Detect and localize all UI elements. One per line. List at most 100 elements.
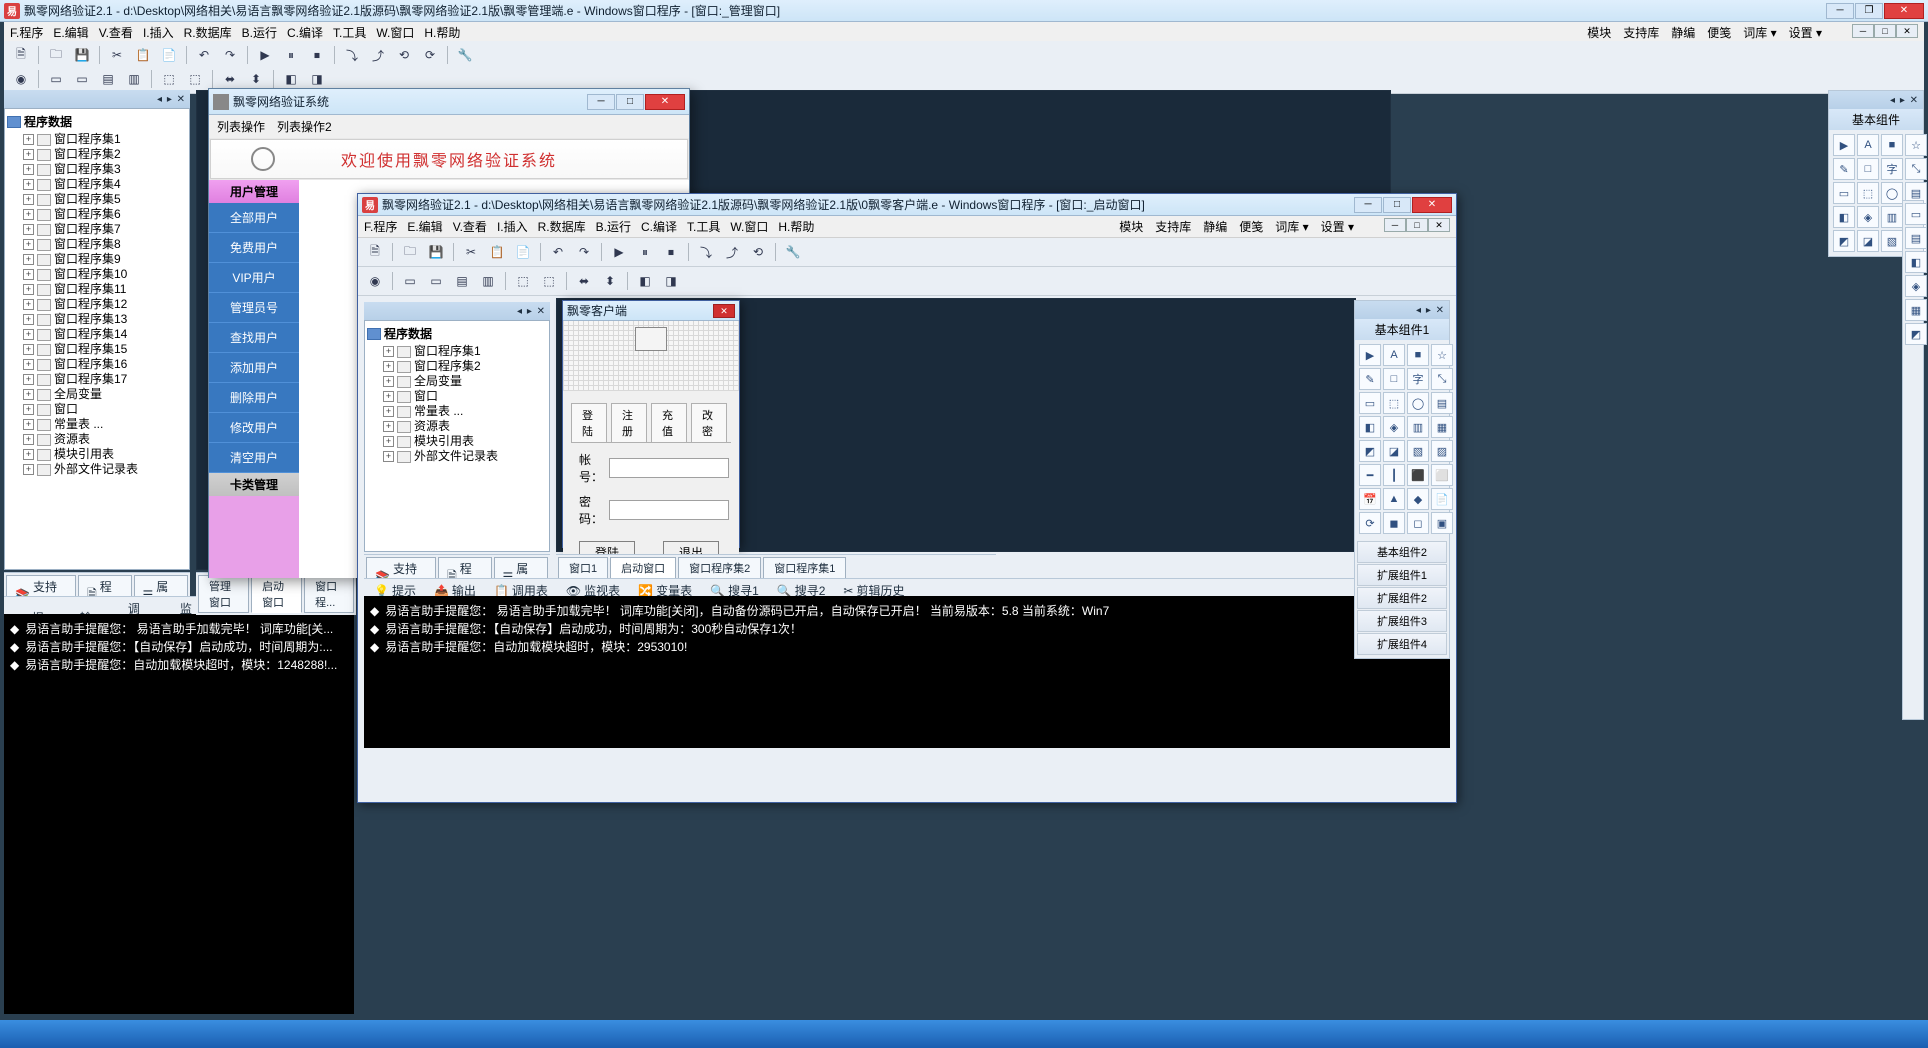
tool-button[interactable]: ⟲ <box>393 44 415 66</box>
palette-button[interactable]: ☆ <box>1431 344 1453 366</box>
tree-item[interactable]: + 外部文件记录表 <box>7 462 187 477</box>
sys-menu-item[interactable]: 添加用户 <box>209 353 299 383</box>
tree-item[interactable]: + 窗口程序集15 <box>7 342 187 357</box>
palette-button[interactable]: 📄 <box>1431 488 1453 510</box>
right-strip-button[interactable]: ▭ <box>1905 203 1927 225</box>
tool-button[interactable]: ⏹ <box>306 44 328 66</box>
sys-close-button[interactable]: ✕ <box>645 94 685 110</box>
tab-login[interactable]: 登陆 <box>571 403 607 442</box>
menu-item[interactable]: R.数据库 <box>184 24 232 41</box>
taskbar[interactable] <box>0 1020 1928 1048</box>
tool-button[interactable]: ▥ <box>477 270 499 292</box>
palette-button[interactable]: 📅 <box>1359 488 1381 510</box>
menu-item[interactable]: V.查看 <box>453 218 487 235</box>
palette-button[interactable]: ▲ <box>1383 488 1405 510</box>
palette-button[interactable]: ▦ <box>1431 416 1453 438</box>
palette-button[interactable]: ◈ <box>1383 416 1405 438</box>
tree-item[interactable]: + 窗口程序集6 <box>7 207 187 222</box>
run-icon[interactable]: ▶ <box>608 241 630 263</box>
tree-item[interactable]: + 窗口程序集12 <box>7 297 187 312</box>
menu-item[interactable]: 便笺 <box>1239 218 1263 235</box>
sys-min-button[interactable]: ─ <box>587 94 615 110</box>
doc-tab[interactable]: 启动窗口 <box>610 557 676 579</box>
palette-button[interactable]: ⤡ <box>1905 158 1927 180</box>
palette-button[interactable]: ◆ <box>1407 488 1429 510</box>
palette-button[interactable]: □ <box>1383 368 1405 390</box>
tool-new-icon[interactable]: 🗎 <box>10 44 32 66</box>
tool-button[interactable]: 📋 <box>132 44 154 66</box>
tree-item[interactable]: + 窗口程序集9 <box>7 252 187 267</box>
menu-item[interactable]: W.窗口 <box>376 24 414 41</box>
palette-button[interactable]: 字 <box>1407 368 1429 390</box>
palette-button[interactable]: ⤡ <box>1431 368 1453 390</box>
tool-button[interactable]: ▭ <box>71 68 93 90</box>
right-strip-button[interactable]: ◩ <box>1905 323 1927 345</box>
tool-button[interactable]: ↷ <box>573 241 595 263</box>
doc-tab[interactable]: 窗口程... <box>304 575 354 613</box>
tool-button[interactable]: ⏹ <box>660 241 682 263</box>
tool-button[interactable]: ◧ <box>634 270 656 292</box>
input-pass[interactable] <box>609 500 729 520</box>
tool-button[interactable]: 🗀 <box>399 241 421 263</box>
menu-item[interactable]: R.数据库 <box>538 218 586 235</box>
tree-item[interactable]: + 资源表 <box>367 419 547 434</box>
palette-button[interactable]: ✎ <box>1359 368 1381 390</box>
tree-item[interactable]: + 窗口程序集17 <box>7 372 187 387</box>
tool-button[interactable]: ⬍ <box>599 270 621 292</box>
palette-button[interactable]: ◻ <box>1407 512 1429 534</box>
tree-item[interactable]: + 窗口程序集16 <box>7 357 187 372</box>
tree-item[interactable]: + 窗口程序集5 <box>7 192 187 207</box>
palette-button[interactable]: ⬜ <box>1431 464 1453 486</box>
tool-button[interactable]: ▭ <box>45 68 67 90</box>
sys-menu-item[interactable]: VIP用户 <box>209 263 299 293</box>
palette-button[interactable]: ⬚ <box>1857 182 1879 204</box>
tool-button[interactable]: ⟲ <box>747 241 769 263</box>
tree-item[interactable]: + 窗口程序集3 <box>7 162 187 177</box>
tool-button[interactable]: ⤴ <box>721 241 743 263</box>
mdi-max[interactable]: □ <box>1874 24 1896 38</box>
menu-item[interactable]: C.编译 <box>641 218 677 235</box>
tool-button[interactable]: ◨ <box>660 270 682 292</box>
tool-button[interactable]: ▥ <box>123 68 145 90</box>
tree-item[interactable]: + 窗口程序集2 <box>367 359 547 374</box>
tool-button[interactable]: ⤵ <box>695 241 717 263</box>
menu-item[interactable]: E.编辑 <box>53 24 88 41</box>
palette-button[interactable]: ◩ <box>1833 230 1855 252</box>
mdi-close[interactable]: ✕ <box>1428 218 1450 232</box>
palette-button[interactable]: □ <box>1857 158 1879 180</box>
sys-menu-item[interactable]: 查找用户 <box>209 323 299 353</box>
tree-root[interactable]: 程序数据 <box>367 325 547 342</box>
main-close-button[interactable]: ✕ <box>1884 3 1924 19</box>
doc-tab[interactable]: 窗口程序集2 <box>678 557 761 579</box>
tree-item[interactable]: + 窗口程序集11 <box>7 282 187 297</box>
menu-item[interactable]: 模块 <box>1119 218 1143 235</box>
palette-button[interactable]: ◯ <box>1881 182 1903 204</box>
palette-button[interactable]: ◯ <box>1407 392 1429 414</box>
run-icon[interactable]: ▶ <box>254 44 276 66</box>
tree-item[interactable]: + 窗口程序集2 <box>7 147 187 162</box>
menu-item[interactable]: B.运行 <box>596 218 631 235</box>
menu-item[interactable]: 词库 ▾ <box>1743 24 1776 41</box>
menu-item[interactable]: 支持库 <box>1623 24 1659 41</box>
menu-item[interactable]: T.工具 <box>687 218 720 235</box>
tool-button[interactable]: 🗎 <box>364 241 386 263</box>
tree-root[interactable]: 程序数据 <box>7 113 187 130</box>
tool-button[interactable]: ⤴ <box>367 44 389 66</box>
doc-tab[interactable]: 管理窗口 <box>198 575 249 613</box>
palette-button[interactable]: ▧ <box>1407 440 1429 462</box>
right-strip-button[interactable]: ◈ <box>1905 275 1927 297</box>
right-strip-button[interactable]: ▦ <box>1905 299 1927 321</box>
palette-tab[interactable]: 扩展组件4 <box>1357 633 1447 655</box>
doc-tab[interactable]: 窗口程序集1 <box>763 557 846 579</box>
menu-item[interactable]: I.插入 <box>143 24 174 41</box>
tree-item[interactable]: + 窗口程序集1 <box>367 344 547 359</box>
tab-register[interactable]: 注册 <box>611 403 647 442</box>
tree-item[interactable]: + 模块引用表 <box>367 434 547 449</box>
palette-button[interactable]: ▨ <box>1431 440 1453 462</box>
palette-button[interactable]: ▤ <box>1431 392 1453 414</box>
palette-button[interactable]: A <box>1857 134 1879 156</box>
mdi-max[interactable]: □ <box>1406 218 1428 232</box>
second-close-button[interactable]: ✕ <box>1412 197 1452 213</box>
sys-menu-item[interactable]: 删除用户 <box>209 383 299 413</box>
menu-item[interactable]: T.工具 <box>333 24 366 41</box>
